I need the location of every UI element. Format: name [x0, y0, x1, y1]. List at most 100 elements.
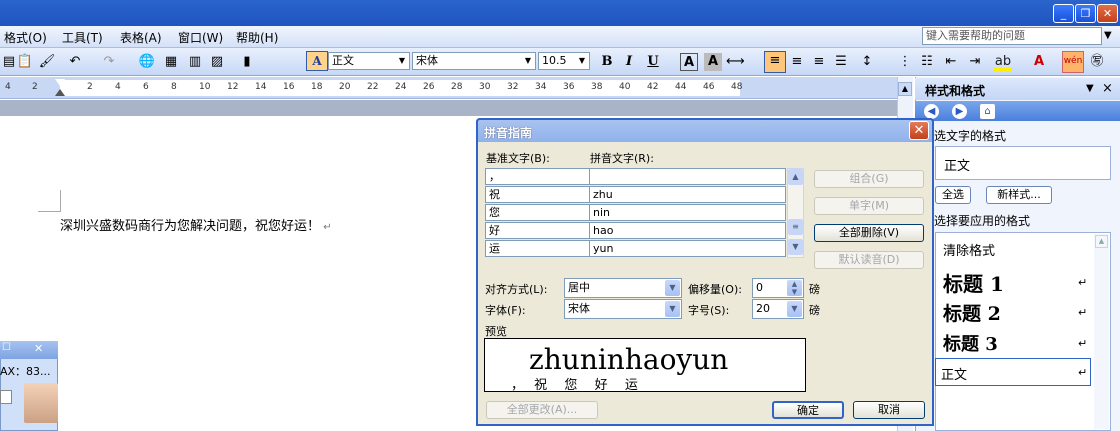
pane-close-icon[interactable]: × [1102, 81, 1113, 96]
scroll-thumb[interactable]: ≡ [788, 219, 803, 235]
style-heading-2[interactable]: 标题 2 [943, 299, 1001, 326]
redo-icon[interactable]: ↷ [100, 53, 118, 71]
forward-icon[interactable]: ▶ [952, 104, 967, 119]
chevron-down-icon[interactable]: ▼ [576, 54, 588, 68]
style-heading-3[interactable]: 标题 3 [943, 330, 998, 356]
minimize-button[interactable]: _ [1053, 4, 1074, 23]
menu-format[interactable]: 格式(O) [4, 29, 47, 46]
single-char-button[interactable]: 单字(M) [814, 197, 924, 215]
select-all-button[interactable]: 全选 [935, 186, 971, 204]
pinyin-text-cell[interactable]: zhu [589, 186, 786, 203]
char-shading-icon[interactable]: A [704, 53, 722, 71]
chevron-down-icon[interactable]: ▼ [522, 54, 534, 68]
home-icon[interactable]: ⌂ [980, 104, 995, 119]
font-combo[interactable]: 宋体 ▼ [412, 52, 536, 70]
enclose-char-icon[interactable]: ㊢ [1088, 53, 1106, 71]
new-style-button[interactable]: 新样式... [986, 186, 1052, 204]
font-size-combo[interactable]: 10.5 ▼ [538, 52, 590, 70]
underline-button[interactable]: U [644, 53, 662, 71]
base-text-cell[interactable]: 祝 [485, 186, 590, 203]
align-right-icon[interactable]: ≡ [810, 53, 828, 71]
ruler-tick-label: 24 [395, 82, 407, 92]
tables-borders-icon[interactable]: ▦ [162, 53, 180, 71]
rows-scrollbar[interactable]: ▲ ≡ ▼ [787, 168, 804, 258]
font-select[interactable]: 宋体 ▼ [564, 299, 682, 319]
increase-indent-icon[interactable]: ⇥ [966, 53, 984, 71]
style-list-scrollbar[interactable]: ▲ [1094, 234, 1109, 429]
style-combo[interactable]: 正文 ▼ [328, 52, 410, 70]
ruler-tick-label: 12 [227, 82, 239, 92]
font-color-icon[interactable]: A [1030, 53, 1048, 71]
hyperlink-icon[interactable]: 🌐 [138, 53, 156, 71]
numbering-icon[interactable]: ⋮ [896, 53, 914, 71]
undo-icon[interactable]: ↶ [66, 53, 84, 71]
ruler-tick-label: 6 [143, 82, 149, 92]
chevron-down-icon[interactable]: ▼ [665, 280, 680, 296]
menu-tools[interactable]: 工具(T) [62, 29, 103, 46]
back-icon[interactable]: ◀ [924, 104, 939, 119]
chevron-down-icon[interactable]: ▼ [665, 301, 680, 317]
scroll-up-icon[interactable]: ▲ [898, 82, 912, 96]
insert-excel-icon[interactable]: ▨ [208, 53, 226, 71]
style-value: 正文 [332, 54, 354, 67]
chevron-down-icon[interactable]: ▼ [1104, 30, 1112, 41]
base-text-cell[interactable]: ， [485, 168, 590, 185]
bold-button[interactable]: B [598, 53, 616, 71]
phonetic-guide-icon[interactable]: wén [1062, 51, 1084, 73]
paste-icon[interactable]: 📋 [16, 53, 34, 71]
styles-formatting-icon[interactable]: A [306, 51, 328, 71]
scroll-up-icon[interactable]: ▲ [1095, 235, 1108, 248]
menu-help[interactable]: 帮助(H) [236, 29, 278, 46]
style-clear-format[interactable]: 清除格式 [943, 240, 995, 259]
close-app-button[interactable]: ✕ [1097, 4, 1118, 23]
pinyin-text-cell[interactable]: hao [589, 222, 786, 239]
chevron-down-icon[interactable]: ▼ [787, 301, 802, 317]
scroll-up-icon[interactable]: ▲ [788, 169, 803, 185]
char-scale-icon[interactable]: ⟷ [726, 53, 745, 71]
combine-button[interactable]: 组合(G) [814, 170, 924, 188]
spinner-icon[interactable]: ▲ ▼ [787, 280, 802, 296]
italic-button[interactable]: I [620, 53, 638, 71]
ok-button[interactable]: 确定 [772, 401, 844, 419]
align-center-icon[interactable]: ≡ [788, 53, 806, 71]
bullets-icon[interactable]: ☷ [918, 53, 936, 71]
format-painter-icon[interactable]: 🖌 [38, 53, 56, 71]
style-heading-1[interactable]: 标题 1 [943, 268, 1004, 297]
base-text-header: 基准文字(B): [486, 152, 550, 165]
pinyin-text-cell[interactable] [589, 168, 786, 185]
menu-table[interactable]: 表格(A) [120, 29, 162, 46]
base-text-cell[interactable]: 运 [485, 240, 590, 257]
char-border-icon[interactable]: A [680, 53, 698, 71]
chat-input-fragment[interactable] [0, 390, 12, 404]
align-justify-icon[interactable]: ≡ [764, 51, 786, 73]
restore-button[interactable]: ❐ [1075, 4, 1096, 23]
scroll-down-icon[interactable]: ▼ [788, 239, 803, 255]
style-normal[interactable]: 正文 [941, 364, 967, 383]
close-icon[interactable]: ✕ [34, 342, 43, 355]
insert-table-icon[interactable]: ▥ [186, 53, 204, 71]
dialog-close-button[interactable]: ✕ [909, 121, 929, 140]
delete-all-button[interactable]: 全部删除(V) [814, 224, 924, 242]
pane-menu-icon[interactable]: ▼ [1086, 83, 1094, 94]
pinyin-text-cell[interactable]: yun [589, 240, 786, 257]
highlight-icon[interactable]: ab [994, 53, 1012, 71]
chevron-down-icon[interactable]: ▼ [396, 54, 408, 68]
document-text[interactable]: 深圳兴盛数码商行为您解决问题，祝您好运！ ↵ [60, 215, 332, 234]
help-search-input[interactable]: 键入需要帮助的问题 [922, 27, 1102, 45]
alignment-select[interactable]: 居中 ▼ [564, 278, 682, 298]
decrease-indent-icon[interactable]: ⇤ [942, 53, 960, 71]
distributed-icon[interactable]: ☰ [832, 53, 850, 71]
change-all-button[interactable]: 全部更改(A)... [486, 401, 598, 419]
columns-icon[interactable]: ▮ [238, 53, 256, 71]
menu-window[interactable]: 窗口(W) [178, 29, 223, 46]
indent-marker[interactable] [55, 79, 65, 97]
cancel-button[interactable]: 取消 [853, 401, 925, 419]
line-spacing-icon[interactable]: ↕ [858, 53, 876, 71]
size-select[interactable]: 20 ▼ [752, 299, 804, 319]
base-text-cell[interactable]: 好 [485, 222, 590, 239]
default-reading-button[interactable]: 默认读音(D) [814, 251, 924, 269]
base-text-cell[interactable]: 您 [485, 204, 590, 221]
offset-spinner[interactable]: 0 ▲ ▼ [752, 278, 804, 298]
restore-icon[interactable]: ☐ [2, 342, 11, 353]
pinyin-text-cell[interactable]: nin [589, 204, 786, 221]
